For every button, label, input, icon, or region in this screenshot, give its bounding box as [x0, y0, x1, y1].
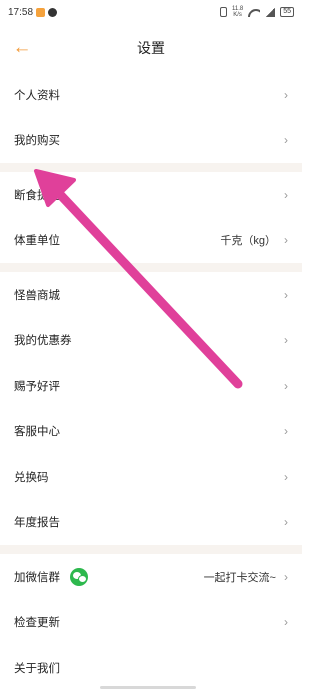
settings-item-rate-app[interactable]: 赐予好评 › — [0, 363, 302, 409]
preferences-section: 断食提醒 › 体重单位 千克（kg） › — [0, 172, 302, 263]
network-speed-unit: K/s — [233, 12, 242, 18]
chevron-right-icon: › — [284, 87, 288, 102]
page-title: 设置 — [137, 40, 165, 56]
settings-item-coupons[interactable]: 我的优惠券 › — [0, 318, 302, 364]
settings-item-wechat-group[interactable]: 加微信群 一起打卡交流~ › — [0, 554, 302, 600]
chevron-right-icon: › — [284, 569, 288, 584]
settings-item-annual-report[interactable]: 年度报告 › — [0, 500, 302, 546]
chevron-right-icon: › — [284, 515, 288, 530]
left-arrow-icon: ← — [12, 37, 32, 58]
settings-item-label: 个人资料 — [14, 89, 60, 102]
other-section: 加微信群 一起打卡交流~ › 检查更新 › 关于我们 — [0, 554, 302, 691]
section-divider — [0, 263, 302, 272]
wechat-group-value: 一起打卡交流~ — [203, 571, 276, 584]
status-indicators: 11.8 K/s 55 — [219, 6, 294, 18]
chevron-right-icon: › — [284, 187, 288, 202]
settings-item-fasting-reminder[interactable]: 断食提醒 › — [0, 172, 302, 218]
notification-app-icon — [36, 7, 46, 17]
settings-item-label: 赐予好评 — [14, 380, 60, 393]
back-button[interactable]: ← — [10, 36, 34, 60]
network-speed: 11.8 K/s — [232, 6, 243, 18]
wifi-icon — [248, 8, 260, 17]
settings-item-label: 怪兽商城 — [14, 289, 60, 302]
section-divider — [0, 163, 302, 172]
weight-unit-value: 千克（kg） — [220, 235, 276, 248]
chevron-right-icon: › — [284, 469, 288, 484]
signal-icon — [265, 7, 276, 17]
status-time: 17:58 — [8, 6, 34, 18]
chevron-right-icon: › — [284, 378, 288, 393]
settings-item-redeem-code[interactable]: 兑换码 › — [0, 454, 302, 500]
settings-item-profile[interactable]: 个人资料 › — [0, 72, 302, 118]
chevron-right-icon: › — [284, 615, 288, 630]
account-section: 个人资料 › 我的购买 › — [0, 72, 302, 163]
home-indicator — [100, 686, 196, 689]
settings-item-label: 我的购买 — [14, 135, 60, 148]
chevron-right-icon: › — [284, 333, 288, 348]
settings-item-customer-service[interactable]: 客服中心 › — [0, 409, 302, 455]
settings-item-label: 检查更新 — [14, 617, 60, 630]
settings-item-label: 兑换码 — [14, 471, 49, 484]
vibrate-icon — [219, 7, 227, 17]
settings-item-label: 客服中心 — [14, 426, 60, 439]
wechat-icon — [70, 567, 88, 586]
chevron-right-icon: › — [284, 287, 288, 302]
settings-item-label: 断食提醒 — [14, 189, 60, 202]
settings-item-store[interactable]: 怪兽商城 › — [0, 272, 302, 318]
section-divider — [0, 545, 302, 554]
settings-item-weight-unit[interactable]: 体重单位 千克（kg） › — [0, 218, 302, 264]
settings-item-label: 加微信群 — [14, 571, 60, 584]
nav-bar: ← 设置 — [0, 24, 302, 72]
chevron-right-icon: › — [284, 424, 288, 439]
services-section: 怪兽商城 › 我的优惠券 › 赐予好评 › 客服中心 › 兑换码 › 年度报告 … — [0, 272, 302, 545]
settings-item-purchases[interactable]: 我的购买 › — [0, 118, 302, 164]
settings-item-label: 关于我们 — [14, 662, 60, 675]
qq-icon — [48, 7, 58, 17]
settings-item-check-update[interactable]: 检查更新 › — [0, 600, 302, 646]
status-bar: 17:58 11.8 K/s 55 — [0, 0, 302, 24]
chevron-right-icon: › — [284, 233, 288, 248]
settings-item-label: 我的优惠券 — [14, 335, 72, 348]
settings-item-label: 体重单位 — [14, 235, 60, 248]
chevron-right-icon: › — [284, 133, 288, 148]
settings-item-label: 年度报告 — [14, 517, 60, 530]
settings-item-about[interactable]: 关于我们 — [0, 645, 302, 691]
battery-icon: 55 — [280, 7, 294, 17]
